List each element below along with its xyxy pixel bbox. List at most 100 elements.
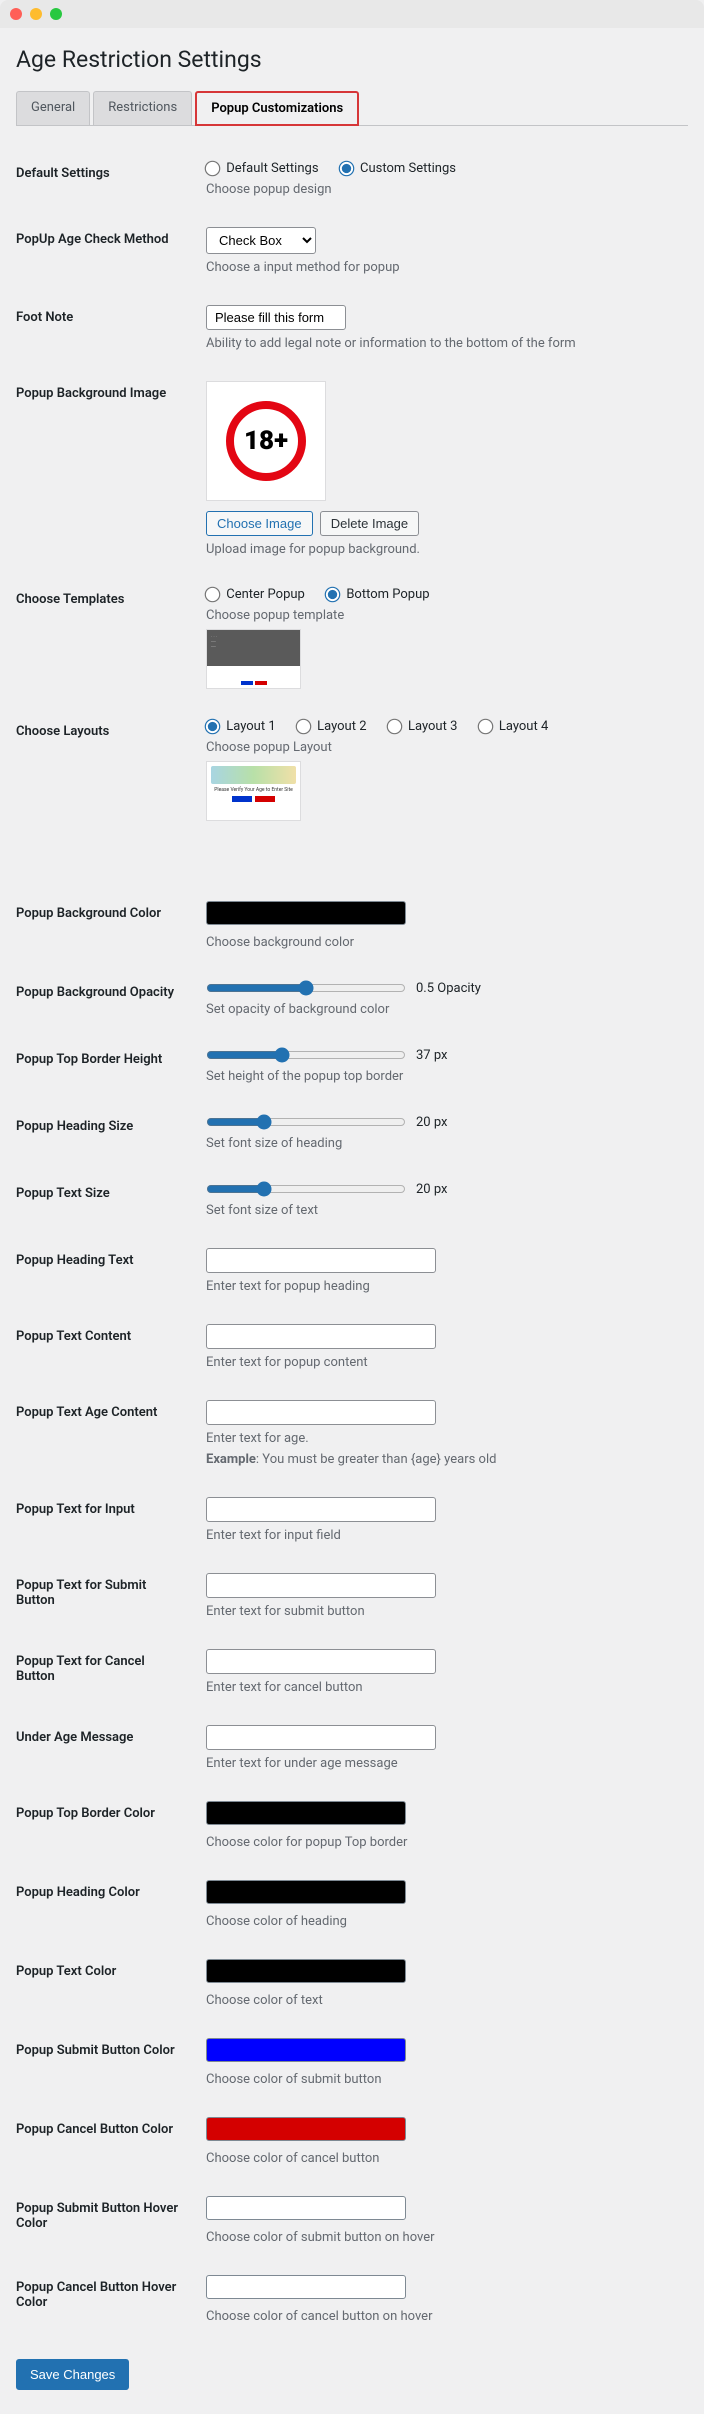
minimize-window-icon[interactable] — [30, 8, 42, 20]
radio-label: Bottom Popup — [346, 587, 429, 602]
label-submit-color: Popup Submit Button Color — [16, 2023, 196, 2102]
eighteen-plus-icon: 18+ — [226, 401, 306, 481]
label-layouts: Choose Layouts — [16, 704, 196, 836]
choose-image-button[interactable]: Choose Image — [206, 511, 313, 536]
slider-border-height[interactable] — [206, 1047, 406, 1063]
radio-label: Layout 4 — [499, 719, 548, 734]
label-cancel-hover: Popup Cancel Button Hover Color — [16, 2260, 196, 2339]
radio-template-bottom[interactable]: Bottom Popup — [326, 587, 429, 602]
color-border[interactable] — [206, 1801, 406, 1825]
desc-bg-opacity: Set opacity of background color — [206, 1002, 678, 1017]
desc-heading-size: Set font size of heading — [206, 1136, 678, 1151]
desc-text-content: Enter text for popup content — [206, 1355, 678, 1370]
desc-heading-text: Enter text for popup heading — [206, 1279, 678, 1294]
desc-submit-hover: Choose color of submit button on hover — [206, 2230, 678, 2245]
select-age-check-method[interactable]: Check Box — [206, 227, 316, 254]
page-title: Age Restriction Settings — [16, 46, 688, 73]
label-text-submit: Popup Text for Submit Button — [16, 1558, 196, 1634]
input-text-for-input[interactable] — [206, 1497, 436, 1522]
label-submit-hover: Popup Submit Button Hover Color — [16, 2181, 196, 2260]
desc-text-color: Choose color of text — [206, 1993, 678, 2008]
label-heading-color: Popup Heading Color — [16, 1865, 196, 1944]
radio-label: Default Settings — [226, 161, 318, 176]
radio-default-settings-custom[interactable]: Custom Settings — [340, 161, 456, 176]
label-heading-text: Popup Heading Text — [16, 1233, 196, 1309]
desc-text-submit: Enter text for submit button — [206, 1604, 678, 1619]
label-under-age: Under Age Message — [16, 1710, 196, 1786]
color-submit[interactable] — [206, 2038, 406, 2062]
label-templates: Choose Templates — [16, 572, 196, 704]
desc-age-check: Choose a input method for popup — [206, 260, 678, 275]
slider-heading-size[interactable] — [206, 1114, 406, 1130]
color-submit-hover[interactable] — [206, 2196, 406, 2220]
tab-popup-customizations[interactable]: Popup Customizations — [195, 91, 359, 126]
input-text-age[interactable] — [206, 1400, 436, 1425]
desc-templates: Choose popup template — [206, 608, 678, 623]
save-changes-button[interactable]: Save Changes — [16, 2359, 129, 2390]
radio-label: Center Popup — [226, 587, 305, 602]
label-bg-opacity: Popup Background Opacity — [16, 965, 196, 1032]
label-text-cancel: Popup Text for Cancel Button — [16, 1634, 196, 1710]
radio-layout-1[interactable]: Layout 1 — [206, 719, 276, 734]
slider-bg-opacity[interactable] — [206, 980, 406, 996]
desc-foot-note: Ability to add legal note or information… — [206, 336, 678, 351]
radio-template-center[interactable]: Center Popup — [206, 587, 305, 602]
radio-layout-3[interactable]: Layout 3 — [388, 719, 458, 734]
radio-label: Custom Settings — [360, 161, 456, 176]
label-bg-image: Popup Background Image — [16, 366, 196, 572]
label-cancel-color: Popup Cancel Button Color — [16, 2102, 196, 2181]
desc-text-age: Enter text for age. — [206, 1431, 678, 1446]
delete-image-button[interactable]: Delete Image — [320, 511, 419, 536]
color-bg[interactable] — [206, 901, 406, 925]
maximize-window-icon[interactable] — [50, 8, 62, 20]
input-heading-text[interactable] — [206, 1248, 436, 1273]
tab-general[interactable]: General — [16, 91, 90, 125]
color-cancel-hover[interactable] — [206, 2275, 406, 2299]
tabs: General Restrictions Popup Customization… — [16, 91, 688, 126]
close-window-icon[interactable] — [10, 8, 22, 20]
input-text-submit[interactable] — [206, 1573, 436, 1598]
label-heading-size: Popup Heading Size — [16, 1099, 196, 1166]
example-text-age: Example: You must be greater than {age} … — [206, 1452, 678, 1467]
input-text-content[interactable] — [206, 1324, 436, 1349]
layout-thumbnail: Please Verify Your Age to Enter Site — [206, 761, 301, 821]
desc-cancel-color: Choose color of cancel button — [206, 2151, 678, 2166]
input-under-age[interactable] — [206, 1725, 436, 1750]
template-thumbnail: • • •━━━━ — [206, 629, 301, 689]
label-border-color: Popup Top Border Color — [16, 1786, 196, 1865]
radio-layout-2[interactable]: Layout 2 — [297, 719, 367, 734]
label-bg-color: Popup Background Color — [16, 886, 196, 965]
label-text-color: Popup Text Color — [16, 1944, 196, 2023]
desc-border-color: Choose color for popup Top border — [206, 1835, 678, 1850]
label-foot-note: Foot Note — [16, 290, 196, 366]
desc-default-settings: Choose popup design — [206, 182, 678, 197]
bg-image-preview: 18+ — [206, 381, 326, 501]
desc-under-age: Enter text for under age message — [206, 1756, 678, 1771]
radio-layout-4[interactable]: Layout 4 — [479, 719, 549, 734]
label-text-age: Popup Text Age Content — [16, 1385, 196, 1482]
label-default-settings: Default Settings — [16, 146, 196, 212]
color-heading[interactable] — [206, 1880, 406, 1904]
input-text-cancel[interactable] — [206, 1649, 436, 1674]
label-text-input: Popup Text for Input — [16, 1482, 196, 1558]
input-foot-note[interactable] — [206, 305, 346, 330]
radio-label: Layout 1 — [226, 719, 275, 734]
value-border-height: 37 px — [416, 1048, 448, 1063]
color-cancel[interactable] — [206, 2117, 406, 2141]
value-heading-size: 20 px — [416, 1115, 448, 1130]
desc-heading-color: Choose color of heading — [206, 1914, 678, 1929]
desc-cancel-hover: Choose color of cancel button on hover — [206, 2309, 678, 2324]
desc-submit-color: Choose color of submit button — [206, 2072, 678, 2087]
desc-layouts: Choose popup Layout — [206, 740, 678, 755]
radio-label: Layout 2 — [317, 719, 366, 734]
slider-text-size[interactable] — [206, 1181, 406, 1197]
tab-restrictions[interactable]: Restrictions — [93, 91, 192, 125]
desc-text-size: Set font size of text — [206, 1203, 678, 1218]
label-border-height: Popup Top Border Height — [16, 1032, 196, 1099]
radio-default-settings-default[interactable]: Default Settings — [206, 161, 319, 176]
window-chrome — [0, 0, 704, 28]
color-text[interactable] — [206, 1959, 406, 1983]
desc-text-cancel: Enter text for cancel button — [206, 1680, 678, 1695]
label-age-check: PopUp Age Check Method — [16, 212, 196, 290]
value-bg-opacity: 0.5 Opacity — [416, 981, 481, 996]
